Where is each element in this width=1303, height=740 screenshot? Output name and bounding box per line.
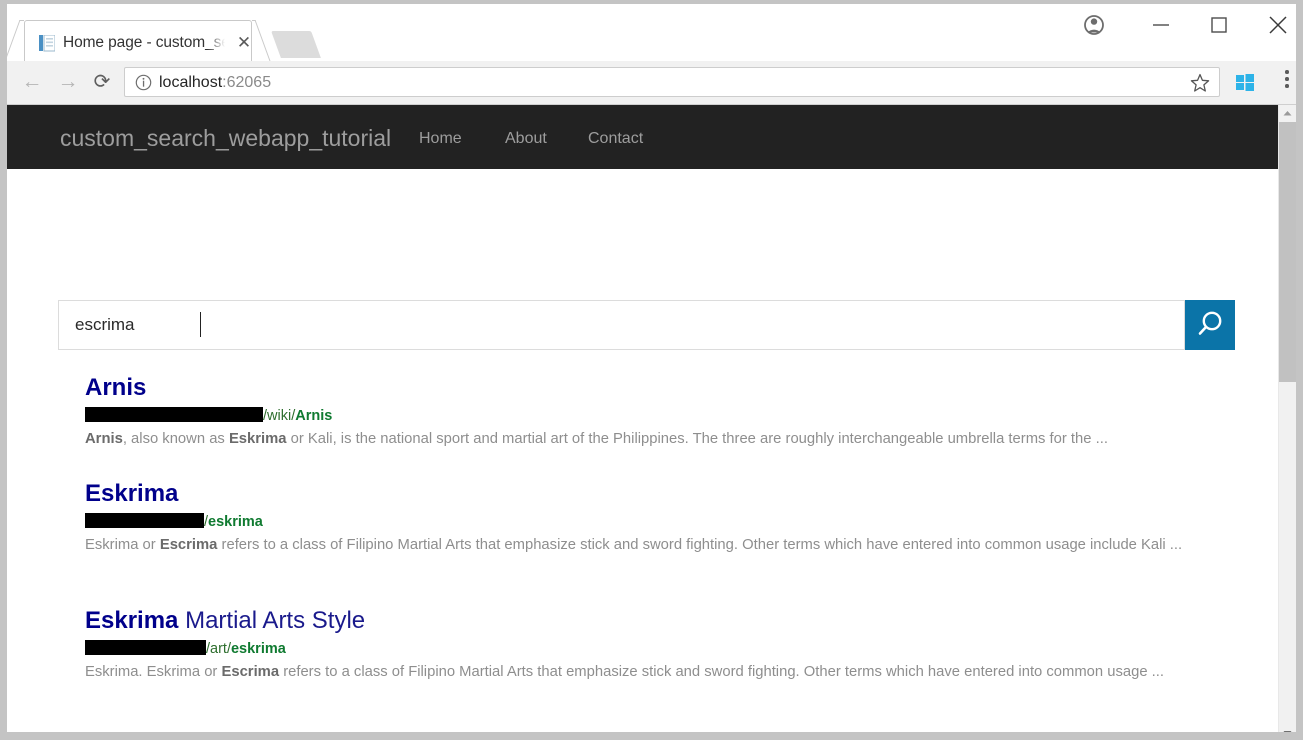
result-title-match: Arnis [85, 374, 146, 401]
search-button[interactable] [1185, 300, 1235, 350]
result-title[interactable]: Arnis [85, 373, 1108, 403]
back-arrow-icon[interactable]: ← [17, 67, 47, 97]
browser-window: Home page - custom_sea ✕ [0, 0, 1303, 740]
result-title-match: Eskrima [85, 607, 178, 634]
magnifier-search-icon [1185, 338, 1235, 353]
address-bar-url: localhost:62065 [159, 72, 271, 94]
result-url-term: Arnis [295, 408, 332, 424]
three-dots-menu-icon[interactable] [1277, 70, 1297, 94]
scrollbar-thumb[interactable] [1279, 122, 1296, 382]
site-navbar: custom_search_webapp_tutorial Home About… [7, 105, 1292, 169]
profile-avatar-icon[interactable] [1071, 8, 1117, 41]
result-snippet: Eskrima. Eskrima or Escrima refers to a … [85, 662, 1164, 683]
redacted-domain-bar [85, 513, 204, 528]
page-viewport: custom_search_webapp_tutorial Home About… [7, 105, 1296, 740]
snippet-text: or Kali, is the national sport and marti… [287, 431, 1108, 447]
search-result-item: Eskrima Martial Arts Style/art/eskrima Es… [85, 606, 1164, 683]
scroll-up-arrow-icon[interactable] [1279, 105, 1296, 122]
snippet-match: Arnis [85, 431, 123, 447]
forward-arrow-icon[interactable]: → [53, 67, 83, 97]
redacted-domain-bar [85, 407, 263, 422]
navlink-home[interactable]: Home [419, 130, 462, 148]
result-url-path: /wiki/ [263, 408, 295, 424]
snippet-text: , also known as [123, 431, 229, 447]
snippet-text: refers to a class of Filipino Martial Ar… [279, 664, 1164, 680]
site-brand[interactable]: custom_search_webapp_tutorial [60, 125, 391, 152]
tab-close-icon[interactable]: ✕ [235, 34, 253, 52]
url-host: localhost [159, 74, 222, 91]
web-page: custom_search_webapp_tutorial Home About… [7, 105, 1292, 740]
result-url[interactable]: /wiki/Arnis [85, 406, 1108, 426]
search-result-item: Arnis/wiki/ArnisArnis, also known as Esk… [85, 373, 1108, 450]
result-snippet: Eskrima or Escrima refers to a class of … [85, 535, 1182, 556]
window-close-icon[interactable] [1255, 8, 1301, 41]
result-snippet: Arnis, also known as Eskrima or Kali, is… [85, 429, 1108, 450]
browser-toolbar: ← → ⟳ localhost:62065 [7, 61, 1296, 105]
snippet-match: Eskrima [229, 431, 287, 447]
document-favicon-icon [39, 35, 55, 52]
result-url-term: eskrima [208, 514, 263, 530]
snippet-match: Escrima [160, 537, 218, 553]
url-port: :62065 [222, 74, 271, 91]
search-input[interactable] [58, 300, 1185, 350]
maximize-icon[interactable] [1196, 8, 1242, 41]
redacted-domain-bar [85, 640, 206, 655]
snippet-match: Escrima [221, 664, 279, 680]
result-title[interactable]: Eskrima [85, 479, 1182, 509]
new-tab-button[interactable] [271, 31, 321, 58]
result-title[interactable]: Eskrima Martial Arts Style [85, 606, 1164, 636]
result-url[interactable]: /art/eskrima [85, 639, 1164, 659]
navlink-contact[interactable]: Contact [588, 130, 643, 148]
page-scrollbar[interactable] [1278, 105, 1296, 740]
search-row [58, 300, 1235, 350]
snippet-text: Eskrima or [85, 537, 160, 553]
result-title-match: Eskrima [85, 480, 178, 507]
search-result-item: Eskrima/eskrima Eskrima or Escrima refers… [85, 479, 1182, 556]
star-bookmark-icon[interactable] [1189, 72, 1211, 94]
info-circle-icon[interactable] [135, 74, 152, 91]
snippet-text: refers to a class of Filipino Martial Ar… [217, 537, 1182, 553]
reload-icon[interactable]: ⟳ [87, 67, 117, 97]
windows-logo-icon[interactable] [1235, 72, 1255, 92]
scroll-down-arrow-icon[interactable] [1279, 725, 1296, 740]
result-url-term: eskrima [231, 641, 286, 657]
tab-strip: Home page - custom_sea ✕ [7, 4, 1296, 61]
address-bar[interactable]: localhost:62065 [124, 67, 1220, 97]
result-url-path: /art/ [206, 641, 231, 657]
result-title-rest: Martial Arts Style [178, 607, 365, 634]
result-url[interactable]: /eskrima [85, 512, 1182, 532]
minimize-icon[interactable] [1138, 8, 1184, 41]
navlink-about[interactable]: About [505, 130, 547, 148]
snippet-text: Eskrima. Eskrima or [85, 664, 221, 680]
text-caret [200, 312, 201, 337]
tab-title: Home page - custom_sea [63, 34, 225, 52]
